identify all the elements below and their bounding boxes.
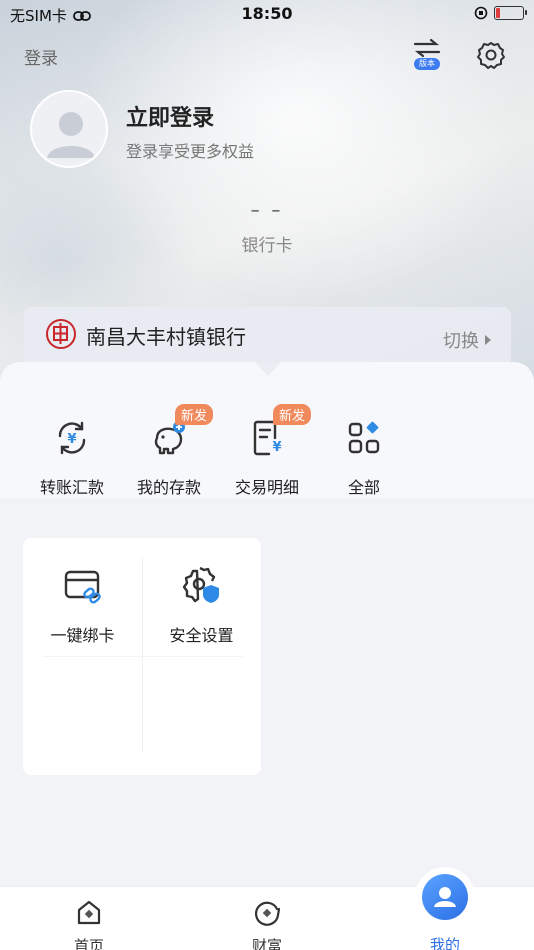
avatar[interactable] — [30, 90, 108, 168]
battery-icon — [494, 6, 527, 20]
bank-selector[interactable]: 南昌大丰村镇银行 切换 — [24, 307, 511, 365]
home-icon — [77, 900, 101, 925]
status-bar: 无SIM卡 18:50 — [0, 0, 534, 28]
tab-label: 财富 — [251, 937, 282, 950]
tab-label: 首页 — [73, 937, 104, 950]
quick-action-label: 全部 — [347, 478, 380, 497]
transfer-yuan-icon: ¥ — [58, 421, 86, 455]
quick-action-transactions[interactable]: 新发 ¥ 交易明细 — [217, 404, 317, 498]
quick-action-all[interactable]: 全部 — [314, 418, 414, 498]
tab-home[interactable]: 首页 — [39, 887, 139, 950]
switch-arrows-icon — [413, 38, 441, 58]
login-link[interactable]: 登录 — [24, 44, 58, 69]
quick-action-transfer[interactable]: ¥ 转账汇款 — [22, 418, 122, 498]
clock: 18:50 — [241, 4, 293, 23]
bank-logo-icon — [46, 319, 76, 349]
quick-action-label: 我的存款 — [136, 478, 201, 497]
divider — [43, 656, 243, 657]
new-badge: 新发 — [273, 404, 312, 425]
bank-name: 南昌大丰村镇银行 — [86, 325, 246, 349]
svg-text:¥: ¥ — [272, 440, 281, 455]
quick-action-label: 转账汇款 — [39, 478, 104, 497]
orientation-lock-icon — [474, 6, 488, 20]
version-switch-button[interactable]: 版本 — [412, 38, 442, 72]
tab-wealth[interactable]: 财富 — [217, 887, 317, 950]
card-label: 银行卡 — [241, 236, 293, 256]
service-bind-card[interactable]: 一键绑卡 — [23, 564, 142, 646]
quick-action-deposit[interactable]: 新发 我的存款 — [119, 404, 219, 498]
service-label: 一键绑卡 — [50, 626, 115, 645]
login-title[interactable]: 立即登录 — [126, 100, 214, 132]
service-security-settings[interactable]: 安全设置 — [142, 564, 261, 646]
svg-text:¥: ¥ — [67, 432, 76, 447]
triangle-right-icon — [485, 335, 491, 345]
grid-apps-icon — [348, 421, 380, 454]
new-badge: 新发 — [175, 404, 214, 425]
card-count: – – — [250, 200, 284, 221]
panel-notch — [255, 362, 281, 376]
gear-icon[interactable] — [476, 40, 506, 70]
services-card: 一键绑卡 安全设置 — [23, 538, 261, 775]
tab-label: 我的 — [429, 936, 460, 950]
card-link-icon — [64, 570, 101, 604]
tab-mine[interactable]: 我的 — [395, 886, 495, 950]
service-label: 安全设置 — [169, 626, 234, 645]
switch-label: 切换 — [443, 331, 479, 352]
quick-action-label: 交易明细 — [234, 478, 299, 497]
wealth-icon — [254, 901, 281, 926]
gear-shield-icon — [182, 566, 219, 603]
version-badge: 版本 — [414, 58, 440, 70]
switch-bank-button[interactable]: 切换 — [443, 327, 491, 353]
login-subtitle: 登录享受更多权益 — [126, 142, 255, 161]
